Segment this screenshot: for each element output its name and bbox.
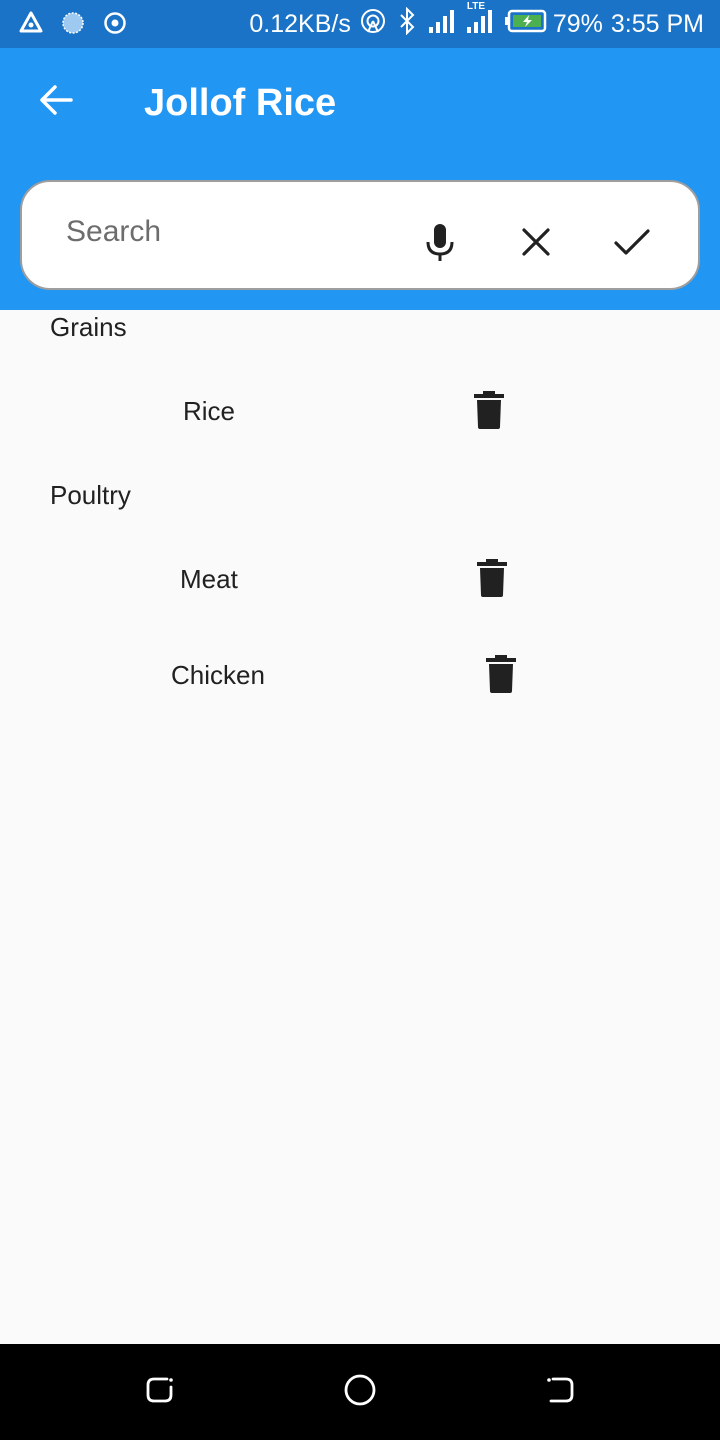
clock: 3:55 PM [610,9,704,38]
list-item-label: Rice [183,396,236,426]
battery-charging-icon [504,9,547,40]
category-heading: Grains [50,312,127,342]
bluetooth-icon [395,6,419,42]
home-button[interactable] [340,1372,380,1412]
page-title: Jollof Rice [144,82,337,124]
back-nav-icon [543,1373,577,1412]
delete-button[interactable] [476,558,508,598]
trash-icon [473,391,505,434]
check-icon [613,226,651,263]
delete-button[interactable] [485,654,517,694]
network-type: LTE [466,0,485,12]
arrow-back-icon [38,82,74,123]
list-item-label: Meat [180,564,238,594]
mic-icon [423,222,457,267]
back-nav-button[interactable] [540,1372,580,1412]
battery-percent: 79% [552,9,603,38]
voice-search-button[interactable] [416,220,464,268]
signal-icon [427,7,457,42]
recent-apps-button[interactable] [140,1372,180,1412]
weather-icon [60,10,86,41]
delete-button[interactable] [473,390,505,430]
list-item-label: Chicken [171,660,265,690]
system-nav-bar [0,1344,720,1440]
navigation-icon [18,10,44,41]
clear-search-button[interactable] [512,220,560,268]
search-bar [20,180,700,290]
recent-apps-icon [143,1373,177,1412]
close-icon [520,226,552,263]
radar-icon [102,10,128,41]
back-button[interactable] [34,80,78,124]
search-input[interactable] [66,210,386,254]
trash-icon [476,559,508,602]
trash-icon [485,655,517,698]
app-bar: Jollof Rice [0,48,720,310]
hotspot-icon [359,7,387,42]
lte-signal-icon: LTE [465,1,497,42]
category-heading: Poultry [50,480,131,510]
net-speed: 0.12KB/s [249,9,351,38]
confirm-search-button[interactable] [608,220,656,268]
home-icon [342,1372,378,1413]
status-bar: 0.12KB/s LTE 79% 3:55 PM [0,0,720,48]
